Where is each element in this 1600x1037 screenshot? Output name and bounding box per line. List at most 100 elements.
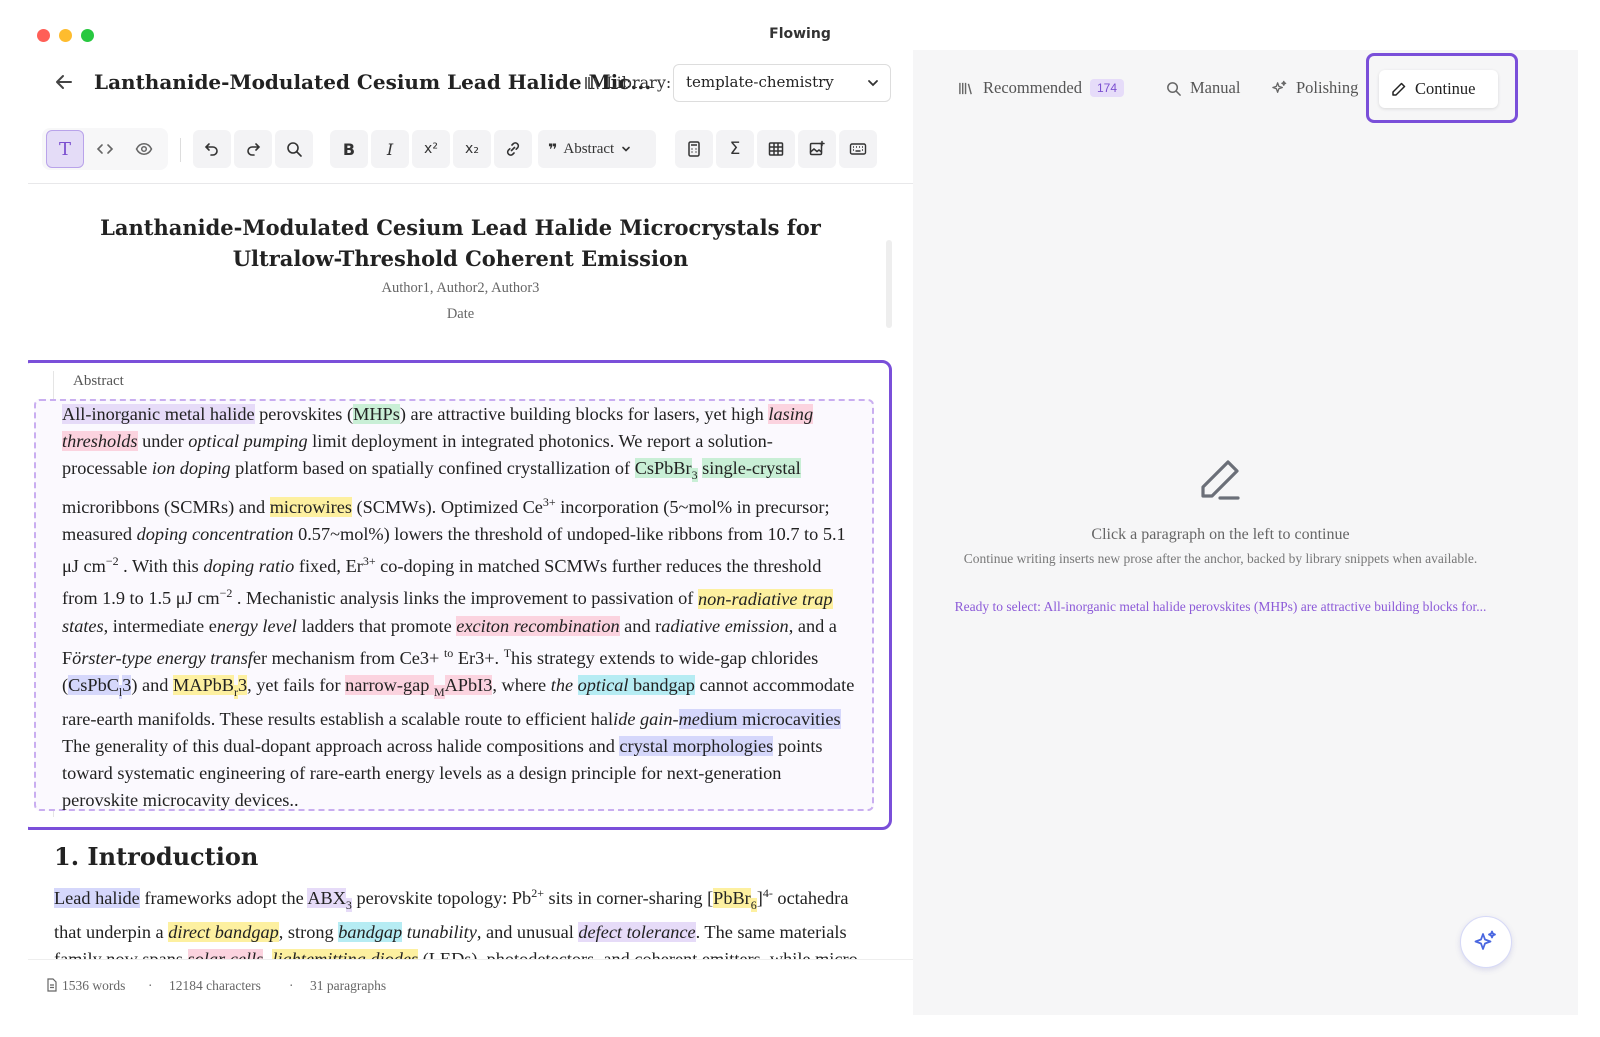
library-select-value: template-chemistry — [686, 73, 834, 91]
text-run: doping ratio — [203, 556, 295, 577]
search-button[interactable] — [275, 130, 313, 168]
bold-icon: B — [342, 139, 356, 159]
text-run: ion doping — [151, 458, 231, 479]
editor-pane: Lanthanide-Modulated Cesium Lead Halide … — [28, 50, 913, 1015]
text-run: states — [62, 615, 104, 636]
source-mode-button[interactable] — [86, 130, 124, 168]
highlighted-term: non-radiative trap — [697, 588, 833, 609]
highlighted-term: M — [433, 684, 445, 699]
highlighted-term: bandgap — [632, 674, 695, 695]
highlighted-term: crystal morphologies — [619, 735, 774, 756]
highlighted-term: bandgap — [338, 921, 403, 942]
section-heading-introduction[interactable]: 1. Introduction — [54, 842, 258, 871]
document-icon — [46, 978, 58, 992]
undo-button[interactable] — [193, 130, 231, 168]
paper-date[interactable]: Date — [28, 306, 893, 323]
text-run: 4- — [762, 886, 773, 900]
editor-toolbar: T B I x² x₂ ❞ Abstract Σ — [28, 118, 913, 184]
bold-button[interactable]: B — [330, 130, 368, 168]
tab-polishing[interactable]: Polishing — [1271, 78, 1358, 98]
text-run: fixed, Er — [294, 556, 363, 577]
abstract-block[interactable]: Abstract All-inorganic metal halide pero… — [28, 360, 892, 830]
superscript-icon: x² — [424, 141, 438, 157]
assistant-panel: Recommended 174 Manual Polishing Continu… — [913, 50, 1578, 1015]
highlighted-term: narrow-gap — [345, 674, 434, 695]
highlighted-term: CsPbC — [68, 674, 119, 695]
recommended-count-badge: 174 — [1089, 79, 1124, 97]
text-run: optical pumping — [188, 431, 308, 452]
highlighted-term: Lead halide — [54, 888, 140, 909]
paper-authors[interactable]: Author1, Author2, Author3 — [28, 280, 893, 297]
chevron-down-icon — [866, 76, 880, 90]
abstract-paragraph[interactable]: All-inorganic metal halide perovskites (… — [62, 401, 857, 814]
text-run: örster-type energy transf — [72, 647, 253, 668]
highlighted-term: dium microcavities — [699, 708, 841, 729]
highlighted-term: me — [678, 708, 700, 729]
back-arrow-icon[interactable] — [52, 70, 76, 94]
text-run: 3+ — [542, 494, 556, 509]
keyboard-button[interactable] — [839, 130, 877, 168]
table-button[interactable] — [757, 130, 795, 168]
ai-assistant-button[interactable] — [1460, 916, 1512, 968]
superscript-button[interactable]: x² — [412, 130, 450, 168]
introduction-paragraph[interactable]: Lead halide frameworks adopt the ABX3 pe… — [54, 880, 864, 959]
text-run: . With this — [118, 556, 204, 577]
library-icon — [584, 74, 602, 92]
highlighted-term: 3 — [237, 674, 248, 695]
tab-manual[interactable]: Manual — [1165, 78, 1240, 98]
tab-manual-label: Manual — [1190, 78, 1241, 97]
italic-icon: I — [386, 139, 394, 159]
text-mode-button[interactable]: T — [46, 130, 84, 168]
tab-recommended[interactable]: Recommended 174 — [958, 78, 1124, 98]
text-run: , — [263, 948, 273, 959]
tab-continue-label: Continue — [1415, 79, 1476, 98]
redo-button[interactable] — [234, 130, 272, 168]
text-run: 3+ — [362, 554, 376, 569]
text-run: , strong — [278, 921, 339, 942]
paper-title[interactable]: Lanthanide-Modulated Cesium Lead Halide … — [68, 212, 853, 274]
text-run: The generality of this dual-dopant appro… — [62, 735, 620, 756]
equation-button[interactable]: Σ — [716, 130, 754, 168]
redo-icon — [247, 143, 261, 156]
calculator-button[interactable] — [675, 130, 713, 168]
text-run: adiative emission — [661, 615, 789, 636]
highlighted-term: microwires — [269, 497, 352, 518]
editor-header: Lanthanide-Modulated Cesium Lead Halide … — [28, 50, 913, 118]
sparkles-icon — [1272, 80, 1287, 93]
document-canvas[interactable]: Lanthanide-Modulated Cesium Lead Halide … — [28, 184, 913, 959]
link-button[interactable] — [494, 130, 532, 168]
pen-icon — [1198, 457, 1244, 503]
text-run: −2 — [105, 554, 119, 569]
library-select[interactable]: template-chemistry — [673, 64, 891, 102]
document-scrollbar[interactable] — [886, 240, 892, 328]
highlighted-term: exciton recombination — [456, 615, 620, 636]
italic-button[interactable]: I — [371, 130, 409, 168]
text-run: 2+ — [531, 886, 544, 900]
tab-continue[interactable]: Continue — [1379, 70, 1498, 108]
text-run: , yet fails for — [247, 674, 346, 695]
subscript-button[interactable]: x₂ — [453, 130, 491, 168]
table-icon — [768, 142, 784, 156]
search-icon — [287, 142, 302, 157]
document-title[interactable]: Lanthanide-Modulated Cesium Lead Halide … — [94, 70, 651, 94]
tab-recommended-label: Recommended — [983, 78, 1082, 97]
block-style-dropdown[interactable]: ❞ Abstract — [538, 130, 656, 168]
text-run: . Mechanistic analysis links the improve… — [232, 588, 698, 609]
paragraph-count: 31 paragraphs — [310, 978, 387, 993]
status-separator: · — [289, 978, 294, 993]
tab-polishing-label: Polishing — [1296, 78, 1359, 97]
empty-state-title: Click a paragraph on the left to continu… — [1091, 526, 1350, 543]
pen-icon — [1392, 82, 1406, 96]
highlighted-term: MHPs — [353, 404, 400, 424]
text-run: Er3+. — [453, 647, 504, 668]
character-count: 12184 characters — [169, 978, 261, 993]
assistant-tabs: Recommended 174 Manual Polishing Continu… — [913, 50, 1578, 130]
toolbar-divider — [180, 138, 181, 162]
subscript-icon: x₂ — [465, 141, 479, 157]
text-run: ) and — [131, 674, 174, 695]
preview-mode-button[interactable] — [125, 130, 163, 168]
block-style-label: Abstract — [563, 140, 615, 157]
empty-state-description: Continue writing inserts new prose after… — [963, 551, 1478, 566]
app-title: Flowing — [769, 26, 831, 42]
insert-image-button[interactable] — [798, 130, 836, 168]
